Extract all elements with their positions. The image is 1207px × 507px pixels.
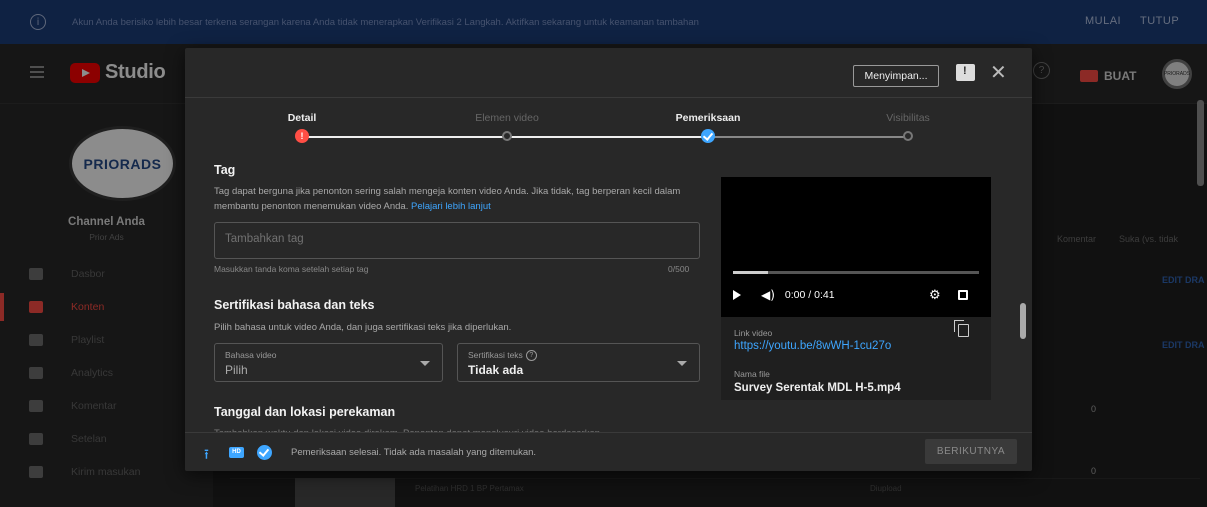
tags-input[interactable]: Tambahkan tag <box>214 222 700 259</box>
step-checks-label[interactable]: Pemeriksaan <box>676 112 741 124</box>
settings-gear-icon[interactable]: ⚙ <box>929 288 941 303</box>
file-name: Survey Serentak MDL H-5.mp4 <box>734 382 901 394</box>
video-language-select[interactable]: Bahasa video Pilih <box>214 343 443 382</box>
volume-icon[interactable]: ◀) <box>761 288 775 302</box>
learn-more-link[interactable]: Pelajari lebih lanjut <box>411 201 491 212</box>
video-language-value: Pilih <box>225 363 248 377</box>
video-progress-bar[interactable] <box>733 271 979 274</box>
copy-icon[interactable] <box>954 320 969 337</box>
caption-certification-value: Tidak ada <box>468 363 524 377</box>
caption-certification-label-wrap: Sertifikasi teks? <box>468 350 537 362</box>
upload-dialog: Menyimpan... ✕ Detail Elemen video Pemer… <box>185 48 1032 471</box>
play-icon[interactable] <box>733 290 741 300</box>
caption-certification-select[interactable]: Sertifikasi teks? Tidak ada <box>457 343 700 382</box>
certification-description: Pilih bahasa untuk video Anda, dan juga … <box>214 322 512 333</box>
hd-icon[interactable]: HD <box>229 447 244 458</box>
step-detail-label[interactable]: Detail <box>288 112 317 124</box>
video-preview-card: ◀) 0:00 / 0:41 ⚙ Link video https://yout… <box>721 177 991 400</box>
stepper-line <box>708 136 908 138</box>
recording-date-heading: Tanggal dan lokasi perekaman <box>214 405 396 419</box>
step-visibility-label[interactable]: Visibilitas <box>886 112 930 124</box>
next-button[interactable]: BERIKUTNYA <box>925 439 1017 464</box>
dialog-header: Menyimpan... ✕ <box>185 48 1032 98</box>
fullscreen-icon[interactable] <box>958 290 968 300</box>
studio-root: { "banner": { "message": "Akun Anda beri… <box>0 0 1207 507</box>
step-done-icon[interactable] <box>701 129 715 143</box>
feedback-icon[interactable] <box>956 64 975 81</box>
video-time: 0:00 / 0:41 <box>784 289 835 301</box>
check-complete-icon[interactable] <box>257 445 272 460</box>
file-name-label: Nama file <box>734 369 770 379</box>
chevron-down-icon <box>420 361 430 366</box>
saving-status: Menyimpan... <box>853 65 939 87</box>
dialog-footer: ⭱ HD Pemeriksaan selesai. Tidak ada masa… <box>185 432 1032 471</box>
tags-char-count: 0/500 <box>668 264 690 274</box>
close-icon[interactable]: ✕ <box>990 60 1007 84</box>
video-link-label: Link video <box>734 328 773 338</box>
help-icon[interactable]: ? <box>525 350 537 362</box>
video-link[interactable]: https://youtu.be/8wWH-1cu27o <box>734 340 891 352</box>
tags-hint: Masukkan tanda koma setelah setiap tag <box>214 264 369 274</box>
error-icon[interactable]: ! <box>295 129 309 143</box>
dialog-scrollbar[interactable] <box>1020 303 1026 339</box>
step-pending-icon[interactable] <box>502 131 512 141</box>
upload-stepper: Detail Elemen video Pemeriksaan Visibili… <box>185 98 1032 156</box>
tags-heading: Tag <box>214 163 236 177</box>
video-controls: ◀) 0:00 / 0:41 ⚙ <box>733 285 979 305</box>
certification-heading: Sertifikasi bahasa dan teks <box>214 298 375 312</box>
caption-certification-label: Sertifikasi teks <box>468 350 523 360</box>
chevron-down-icon <box>677 361 687 366</box>
step-video-elements-label[interactable]: Elemen video <box>475 112 539 124</box>
step-pending-icon[interactable] <box>903 131 913 141</box>
upload-icon[interactable]: ⭱ <box>204 444 209 468</box>
video-player[interactable]: ◀) 0:00 / 0:41 ⚙ <box>721 177 991 317</box>
check-status-message: Pemeriksaan selesai. Tidak ada masalah y… <box>291 447 537 458</box>
video-language-label: Bahasa video <box>225 350 277 360</box>
tags-description: Tag dapat berguna jika penonton sering s… <box>214 184 709 214</box>
